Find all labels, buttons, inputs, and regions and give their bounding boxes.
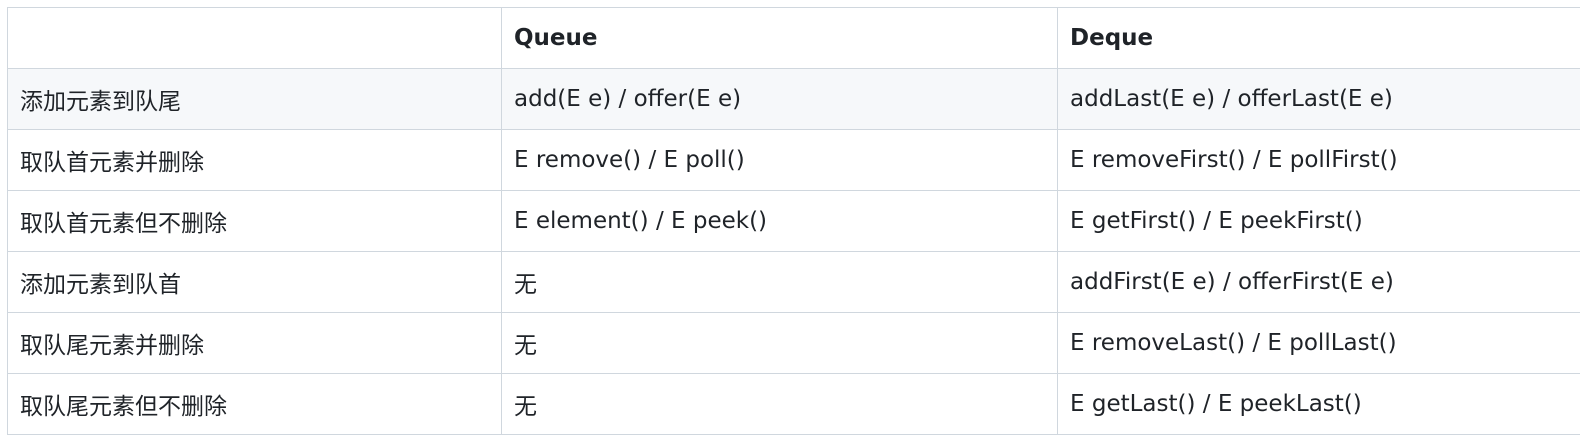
deque-method-cell: addLast(E e) / offerLast(E e) bbox=[1057, 68, 1580, 130]
queue-method-cell: E remove() / E poll() bbox=[501, 129, 1058, 191]
deque-method-cell: E removeFirst() / E pollFirst() bbox=[1057, 129, 1580, 191]
table-row: 添加元素到队尾 add(E e) / offer(E e) addLast(E … bbox=[7, 68, 1580, 130]
table-row: 取队首元素并删除 E remove() / E poll() E removeF… bbox=[7, 129, 1580, 191]
queue-method-cell: 无 bbox=[501, 312, 1058, 374]
table-row: 取队首元素但不删除 E element() / E peek() E getFi… bbox=[7, 190, 1580, 252]
queue-method-cell: add(E e) / offer(E e) bbox=[501, 68, 1058, 130]
table-body: 添加元素到队尾 add(E e) / offer(E e) addLast(E … bbox=[7, 68, 1580, 435]
operation-cell: 添加元素到队尾 bbox=[7, 68, 502, 130]
operation-cell: 取队首元素但不删除 bbox=[7, 190, 502, 252]
table-header: Queue Deque bbox=[7, 7, 1580, 69]
deque-method-cell: addFirst(E e) / offerFirst(E e) bbox=[1057, 251, 1580, 313]
deque-method-cell: E getLast() / E peekLast() bbox=[1057, 373, 1580, 435]
queue-method-cell: E element() / E peek() bbox=[501, 190, 1058, 252]
deque-method-cell: E removeLast() / E pollLast() bbox=[1057, 312, 1580, 374]
header-cell-operation bbox=[7, 7, 502, 69]
deque-method-cell: E getFirst() / E peekFirst() bbox=[1057, 190, 1580, 252]
header-row: Queue Deque bbox=[7, 7, 1580, 69]
header-cell-queue: Queue bbox=[501, 7, 1058, 69]
operation-cell: 添加元素到队首 bbox=[7, 251, 502, 313]
comparison-table-container: Queue Deque 添加元素到队尾 add(E e) / offer(E e… bbox=[7, 7, 1580, 435]
queue-method-cell: 无 bbox=[501, 373, 1058, 435]
table-row: 取队尾元素并删除 无 E removeLast() / E pollLast() bbox=[7, 312, 1580, 374]
operation-cell: 取队尾元素并删除 bbox=[7, 312, 502, 374]
operation-cell: 取队首元素并删除 bbox=[7, 129, 502, 191]
table-row: 添加元素到队首 无 addFirst(E e) / offerFirst(E e… bbox=[7, 251, 1580, 313]
operation-cell: 取队尾元素但不删除 bbox=[7, 373, 502, 435]
table-row: 取队尾元素但不删除 无 E getLast() / E peekLast() bbox=[7, 373, 1580, 435]
queue-deque-comparison-table: Queue Deque 添加元素到队尾 add(E e) / offer(E e… bbox=[7, 7, 1580, 435]
queue-method-cell: 无 bbox=[501, 251, 1058, 313]
header-cell-deque: Deque bbox=[1057, 7, 1580, 69]
